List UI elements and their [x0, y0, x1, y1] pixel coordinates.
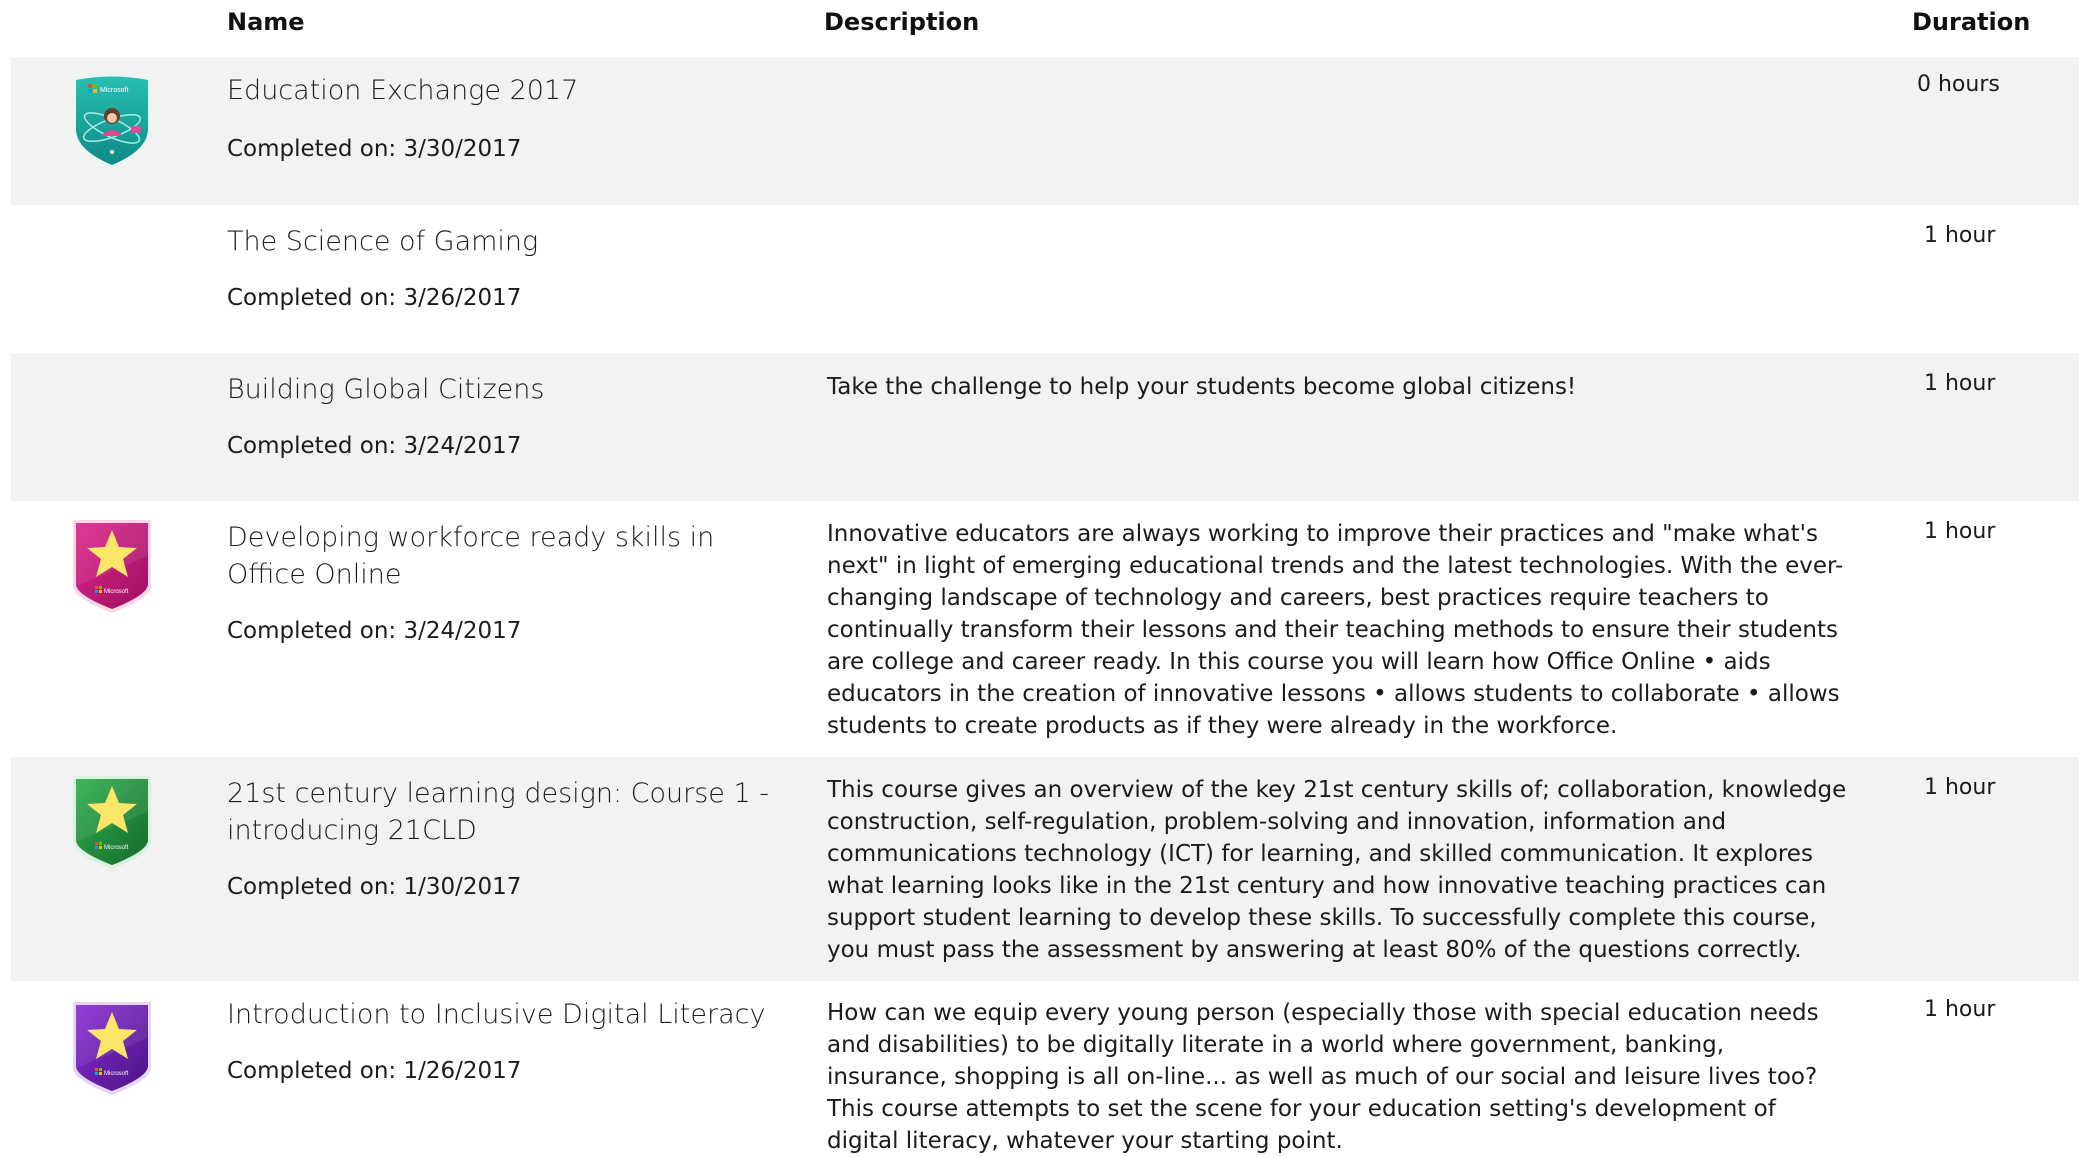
- course-title[interactable]: Introduction to Inclusive Digital Litera…: [227, 996, 787, 1033]
- course-duration: 1 hour: [1924, 997, 1996, 1022]
- course-title[interactable]: Developing workforce ready skills in Off…: [227, 519, 787, 593]
- course-title[interactable]: 21st century learning design: Course 1 -…: [227, 775, 787, 849]
- star-badge-icon: Microsoft: [71, 772, 153, 870]
- education-exchange-badge-icon: Microsoft: [71, 72, 153, 170]
- table-row[interactable]: Microsoft Developing workforce ready ski…: [11, 501, 2079, 757]
- table-row[interactable]: The Science of Gaming Completed on: 3/26…: [11, 205, 2079, 353]
- completion-date: Completed on: 1/26/2017: [227, 1058, 522, 1084]
- completion-date: Completed on: 1/30/2017: [227, 874, 522, 900]
- completion-date: Completed on: 3/30/2017: [227, 136, 522, 162]
- star-badge-icon: Microsoft: [71, 516, 153, 614]
- star-badge-icon: Microsoft: [71, 998, 153, 1096]
- svg-text:Microsoft: Microsoft: [104, 589, 129, 595]
- course-description: How can we equip every young person (esp…: [827, 1000, 1819, 1154]
- course-duration: 1 hour: [1924, 519, 1996, 544]
- course-duration: 1 hour: [1924, 223, 1996, 248]
- course-description: Innovative educators are always working …: [827, 521, 1844, 739]
- completion-date: Completed on: 3/24/2017: [227, 618, 522, 644]
- table-row[interactable]: Microsoft 21st century learning design: …: [11, 757, 2079, 981]
- course-title[interactable]: Education Exchange 2017: [227, 72, 787, 109]
- column-header-duration[interactable]: Duration: [1912, 8, 2030, 36]
- column-header-description[interactable]: Description: [824, 8, 979, 36]
- table-row[interactable]: Microsoft Introduction to Inclusive Digi…: [11, 981, 2079, 1157]
- svg-text:Microsoft: Microsoft: [100, 87, 128, 94]
- course-description: Take the challenge to help your students…: [827, 374, 1577, 400]
- course-duration: 0 hours: [1917, 72, 2000, 97]
- table-header: Name Description Duration: [0, 0, 2085, 55]
- course-description: This course gives an overview of the key…: [827, 777, 1847, 963]
- course-title[interactable]: The Science of Gaming: [227, 223, 787, 260]
- completion-date: Completed on: 3/26/2017: [227, 285, 522, 311]
- column-header-name[interactable]: Name: [227, 8, 305, 36]
- svg-text:Microsoft: Microsoft: [104, 845, 129, 851]
- course-title[interactable]: Building Global Citizens: [227, 371, 787, 408]
- table-row[interactable]: Microsoft Education Exchange 2017 Comple…: [11, 57, 2079, 205]
- svg-text:Microsoft: Microsoft: [104, 1071, 129, 1077]
- course-duration: 1 hour: [1924, 371, 1996, 396]
- course-duration: 1 hour: [1924, 775, 1996, 800]
- table-row[interactable]: Building Global Citizens Completed on: 3…: [11, 353, 2079, 501]
- completion-date: Completed on: 3/24/2017: [227, 433, 522, 459]
